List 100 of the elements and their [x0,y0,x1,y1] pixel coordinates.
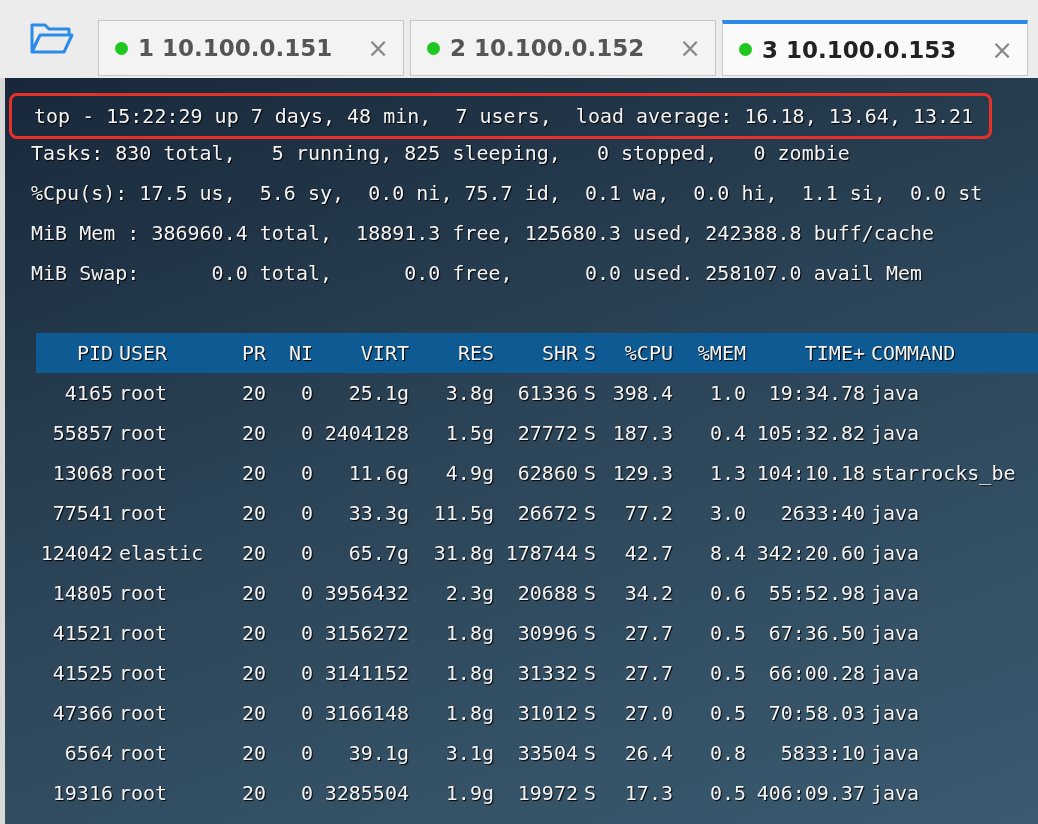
table-cell-text: 20688 [516,580,578,607]
session-tab[interactable]: 1 10.100.0.151 × [98,20,404,76]
table-cell-text: 0.5 [708,620,746,647]
table-cell-text: 0 [299,700,313,727]
table-cell-text: 0.5 [708,700,746,727]
table-cell-text: 0 [299,580,313,607]
table-cell-text: 20 [240,580,266,607]
table-cell-text: 13068 [51,460,113,487]
table-cell-text: 55857 [51,420,113,447]
table-cell-text: root [118,740,169,767]
table-cell-text: 3.8g [444,380,494,407]
table-cell-text: S [583,380,598,407]
table-cell-text: S [583,420,598,447]
table-cell-text: 8.4 [708,540,746,567]
table-cell-text: 0.8 [708,740,746,767]
table-cell-text: 0.5 [708,780,746,807]
table-cell-text: 26.4 [623,740,673,767]
table-cell-text: 33.3g [347,500,409,527]
table-cell-text: java [870,580,921,607]
table-cell-text: root [118,700,169,727]
column-header: PR [240,340,266,367]
table-cell-text: 406:09.37 [755,780,865,807]
table-cell-text: 5833:10 [779,740,865,767]
session-tab[interactable]: 3 10.100.0.153 × [722,20,1028,76]
table-cell-text: 2633:40 [779,500,865,527]
table-cell-text: starrocks_be [870,460,1017,487]
close-icon[interactable]: × [991,34,1013,65]
table-cell-text: 0 [299,380,313,407]
table-cell-text: 27.7 [623,660,673,687]
table-cell-text: 3956432 [323,580,409,607]
column-header: NI [287,340,313,367]
table-cell-text: 124042 [39,540,113,567]
table-cell-text: 20 [240,380,266,407]
table-cell-text: java [870,420,921,447]
table-cell-text: S [583,620,598,647]
column-header: TIME+ [803,340,865,367]
table-cell-text: root [118,420,169,447]
folder-icon[interactable] [30,21,74,55]
tab-label: 2 10.100.0.152 [450,35,646,61]
table-cell-text: 26672 [516,500,578,527]
session-tab[interactable]: 2 10.100.0.152 × [410,20,716,76]
column-header: %MEM [696,340,746,367]
table-cell-text: root [118,780,169,807]
table-cell-text: 14805 [51,580,113,607]
table-cell-text: 0.5 [708,660,746,687]
table-cell-text: 47366 [51,700,113,727]
table-cell-text: S [583,780,598,807]
table-cell-text: 1.9g [444,780,494,807]
table-cell-text: 3.0 [708,500,746,527]
table-cell-text: 20 [240,540,266,567]
table-cell-text: 1.3 [708,460,746,487]
table-cell-text: java [870,660,921,687]
table-cell-text: 31.8g [432,540,494,567]
table-cell-text: root [118,380,169,407]
table-cell-text: root [118,620,169,647]
table-cell-text: 11.6g [347,460,409,487]
column-header: COMMAND [870,340,957,367]
table-cell-text: 20 [240,780,266,807]
table-cell-text: 0 [299,660,313,687]
table-cell-text: 1.8g [444,620,494,647]
table-cell-text: 27.7 [623,620,673,647]
table-cell-text: 39.1g [347,740,409,767]
column-header: %CPU [623,340,673,367]
table-cell-text: 0 [299,620,313,647]
table-cell-text: 31012 [516,700,578,727]
table-cell-text: 3156272 [323,620,409,647]
tab-label: 3 10.100.0.153 [762,36,958,63]
table-cell-text: root [118,580,169,607]
table-cell-text: 17.3 [623,780,673,807]
table-cell-text: 4.9g [444,460,494,487]
table-cell-text: 20 [240,660,266,687]
table-cell-text: 30996 [516,620,578,647]
table-cell-text: 19972 [516,780,578,807]
table-cell-text: 27772 [516,420,578,447]
table-cell-text: 2404128 [323,420,409,447]
table-cell-text: 3141152 [323,660,409,687]
table-cell-text: 61336 [516,380,578,407]
table-cell-text: 20 [240,620,266,647]
column-header: RES [456,340,494,367]
terminal-line: %Cpu(s): 17.5 us, 5.6 sy, 0.0 ni, 75.7 id, 0.1 wa, 0.0 hi, 1.1 si, 0.0 st [30,180,984,207]
table-cell-text: 11.5g [432,500,494,527]
table-cell-text: 0 [299,500,313,527]
table-cell-text: S [583,740,598,767]
column-header: SHR [540,340,578,367]
table-cell-text: root [118,500,169,527]
table-cell-text: 66:00.28 [767,660,865,687]
table-cell-text: 0 [299,740,313,767]
table-cell-text: 0 [299,420,313,447]
table-cell-text: java [870,620,921,647]
table-cell-text: 1.8g [444,700,494,727]
table-cell-text: java [870,740,921,767]
table-cell-text: 1.0 [708,380,746,407]
table-cell-text: 41521 [51,620,113,647]
column-header: USER [118,340,169,367]
tab-label: 1 10.100.0.151 [138,35,334,61]
column-header: S [583,340,598,367]
table-cell-text: S [583,700,598,727]
table-cell-text: 20 [240,420,266,447]
table-cell-text: 42.7 [623,540,673,567]
table-cell-text: 342:20.60 [755,540,865,567]
